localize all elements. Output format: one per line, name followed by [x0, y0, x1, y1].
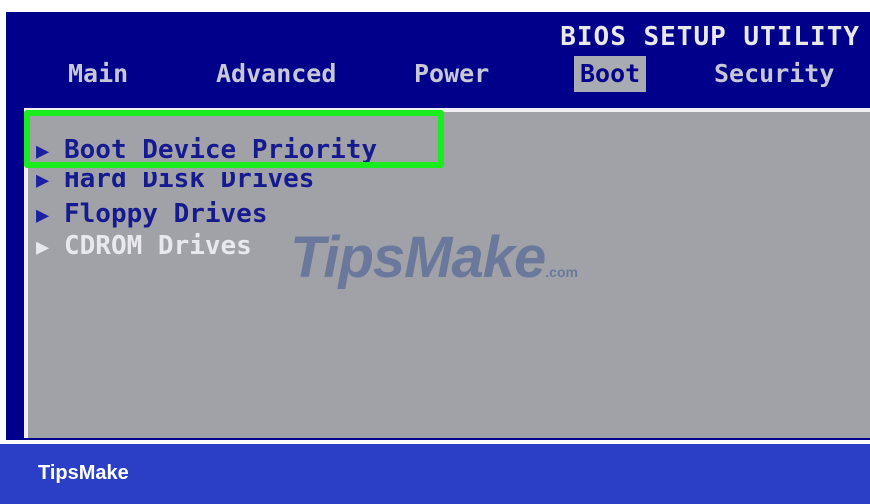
footer-bar: TipsMake	[0, 444, 870, 504]
watermark: TipsMake.com	[290, 224, 578, 291]
hard-disk-drives-label: Hard Disk Drives	[64, 172, 315, 190]
arrow-right-icon: ▶	[36, 172, 50, 190]
arrow-right-icon: ▶	[36, 235, 50, 260]
menu-tab-advanced[interactable]: Advanced	[216, 56, 336, 92]
menu-tab-boot[interactable]: Boot	[574, 56, 647, 92]
selection-highlight-box	[24, 110, 444, 168]
bios-title: BIOS SETUP UTILITY	[560, 22, 860, 52]
watermark-text: TipsMake	[290, 225, 546, 290]
menu-tab-security[interactable]: Security	[714, 56, 834, 92]
menu-tab-power[interactable]: Power	[414, 56, 489, 92]
floppy-drives-item[interactable]: ▶ Floppy Drives	[36, 198, 268, 230]
bios-menu-bar: Main Advanced Power Boot Security	[6, 56, 870, 96]
footer-brand: TipsMake	[38, 462, 129, 484]
cdrom-drives-item[interactable]: ▶ CDROM Drives	[36, 230, 252, 262]
floppy-drives-label: Floppy Drives	[64, 199, 268, 229]
hard-disk-drives-item[interactable]: ▶ Hard Disk Drives	[36, 172, 314, 190]
watermark-suffix: .com	[545, 264, 578, 280]
cdrom-drives-label: CDROM Drives	[64, 231, 252, 261]
menu-tab-main[interactable]: Main	[68, 56, 128, 92]
arrow-right-icon: ▶	[36, 203, 50, 228]
